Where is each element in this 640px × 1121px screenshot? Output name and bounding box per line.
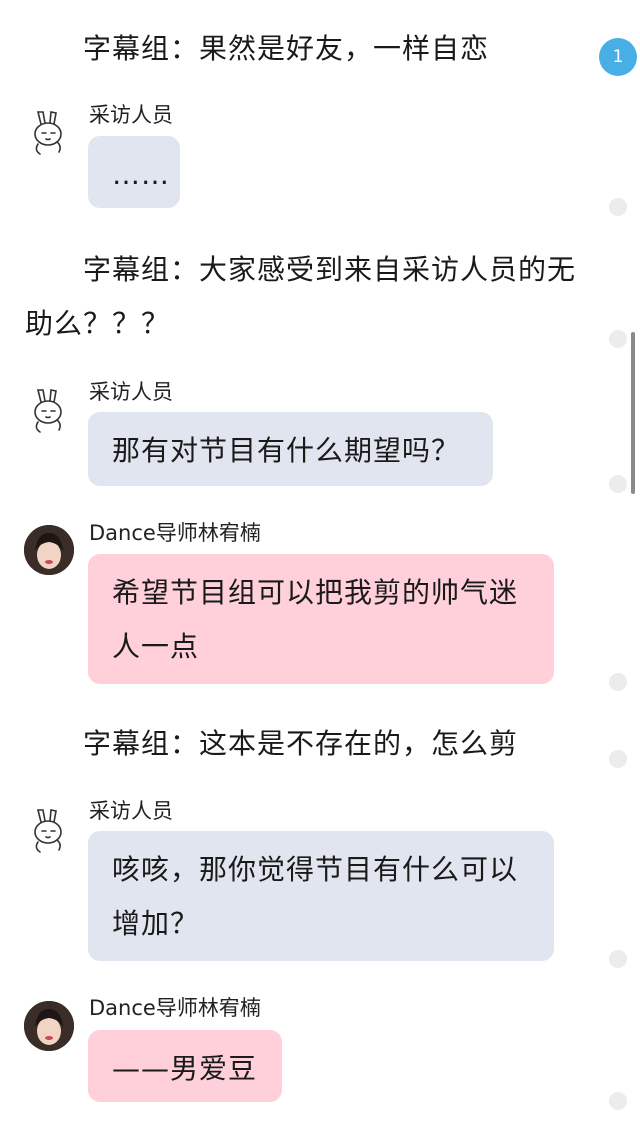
message-bubble[interactable]: ——男爱豆 [88, 1030, 282, 1102]
message-bubble[interactable]: 咳咳，那你觉得节目有什么可以增加？ [88, 831, 554, 961]
narration-text: 字幕组：这本是不存在的，怎么剪 [83, 727, 519, 760]
user-photo-avatar[interactable] [24, 525, 74, 575]
message-bubble[interactable]: 希望节目组可以把我剪的帅气迷人一点 [88, 554, 554, 684]
reaction-dot-icon[interactable] [609, 475, 627, 493]
reaction-dot-icon[interactable] [609, 750, 627, 768]
speaker-name: 采访人员 [89, 380, 173, 404]
narration-text: 字幕组：果然是好友，一样自恋 [83, 32, 490, 65]
narration-text: 字幕组：大家感受到来自采访人员的无助么？？？ [25, 253, 577, 340]
message-bubble[interactable]: 那有对节目有什么期望吗？ [88, 412, 493, 486]
reaction-dot-icon[interactable] [609, 950, 627, 968]
scrollbar[interactable] [631, 332, 635, 494]
speaker-name: 采访人员 [89, 103, 173, 127]
user-photo-avatar[interactable] [24, 1001, 74, 1051]
reaction-dot-icon[interactable] [609, 1092, 627, 1110]
speaker-name: Dance导师林宥楠 [89, 521, 261, 545]
reaction-dot-icon[interactable] [609, 673, 627, 691]
reaction-dot-icon[interactable] [609, 330, 627, 348]
rabbit-sticker-icon[interactable] [24, 108, 74, 158]
reaction-dot-icon[interactable] [609, 198, 627, 216]
rabbit-sticker-icon[interactable] [24, 386, 74, 436]
rabbit-sticker-icon[interactable] [24, 806, 74, 856]
speaker-name: 采访人员 [89, 799, 173, 823]
speaker-name: Dance导师林宥楠 [89, 996, 261, 1020]
unread-count-badge[interactable]: 1 [599, 38, 637, 76]
message-bubble[interactable]: …… [88, 136, 180, 208]
